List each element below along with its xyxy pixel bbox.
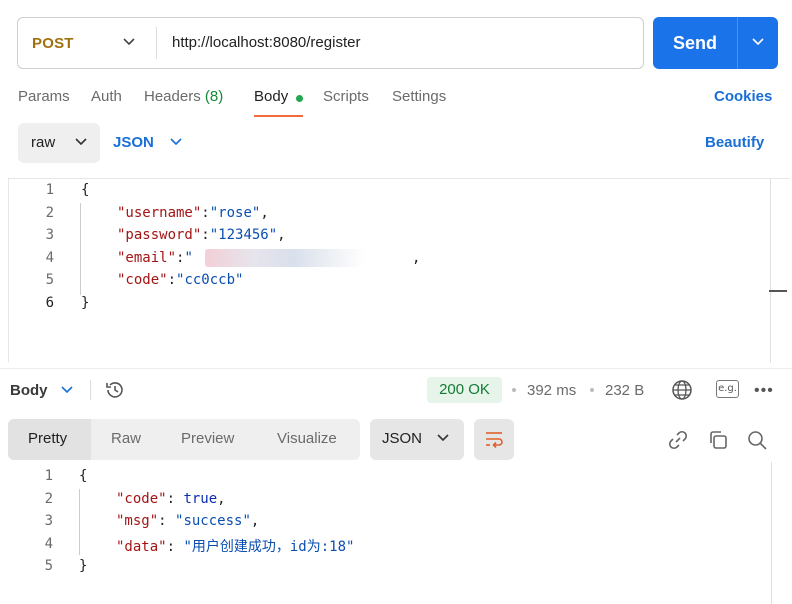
url-input[interactable]: http://localhost:8080/register: [172, 18, 360, 68]
line-number: 5: [44, 558, 53, 574]
url-bar: POST http://localhost:8080/register: [17, 17, 644, 69]
tab-pretty[interactable]: Pretty: [28, 430, 67, 447]
line-number: 6: [45, 295, 54, 311]
code-line: "username":"rose",: [117, 205, 269, 221]
separator-dot: [512, 388, 516, 392]
separator-dot: [590, 388, 594, 392]
code-line: "msg": "success",: [116, 513, 260, 529]
tab-label: Body: [254, 88, 289, 105]
line-number: 2: [45, 205, 54, 221]
code-line: "code":"cc0ccb": [117, 272, 244, 288]
tab-raw[interactable]: Raw: [111, 430, 141, 447]
more-options-icon[interactable]: •••: [754, 382, 774, 400]
tab-preview[interactable]: Preview: [181, 430, 234, 447]
pane-divider[interactable]: [0, 368, 792, 369]
active-tab-underline: [254, 115, 303, 117]
format-label: JSON: [382, 430, 423, 447]
response-body-viewer[interactable]: 1 2 3 4 5 { "code": true, "msg": "succes…: [0, 462, 792, 604]
chevron-down-icon[interactable]: [751, 37, 765, 47]
code-line: }: [79, 558, 88, 574]
example-icon[interactable]: e.g.: [716, 380, 739, 398]
editor-scrollbar[interactable]: [770, 179, 771, 363]
line-number: 4: [44, 536, 53, 552]
body-mode-select[interactable]: raw: [18, 123, 100, 163]
tab-label: Auth: [91, 88, 122, 105]
response-format-select[interactable]: JSON: [370, 419, 464, 460]
cookies-link[interactable]: Cookies: [714, 88, 772, 105]
line-number: 4: [45, 250, 54, 266]
indent-guide: [79, 489, 80, 555]
tab-body[interactable]: Body: [254, 88, 288, 108]
status-badge[interactable]: 200 OK: [427, 377, 502, 403]
line-number: 2: [44, 491, 53, 507]
code-line: }: [81, 295, 90, 311]
divider: [90, 380, 91, 400]
code-line: ,: [412, 250, 421, 266]
method-select[interactable]: POST: [18, 18, 156, 68]
response-view-tabs: Pretty Raw Preview Visualize: [8, 419, 360, 460]
code-line: "code": true,: [116, 491, 226, 507]
wrap-lines-icon: [486, 432, 503, 448]
line-number: 1: [44, 468, 53, 484]
line-number: 5: [45, 272, 54, 288]
code-line: "data": "用户创建成功，id为:18": [116, 539, 355, 555]
request-body-editor[interactable]: 1 2 3 4 5 6 { "username":"rose", "passwo…: [8, 178, 789, 363]
tab-params[interactable]: Params: [18, 88, 70, 108]
send-label: Send: [672, 33, 717, 53]
code-line: "password":"123456",: [117, 227, 286, 243]
headers-count: (8): [204, 88, 224, 105]
link-icon[interactable]: [667, 429, 689, 451]
tab-label: Scripts: [323, 88, 369, 105]
code-line: {: [81, 182, 90, 198]
response-size[interactable]: 232 B: [605, 382, 644, 399]
code-line: "email":": [117, 250, 193, 266]
tab-visualize[interactable]: Visualize: [277, 430, 337, 447]
code-line: {: [79, 468, 88, 484]
chevron-down-icon: [123, 38, 135, 46]
copy-icon[interactable]: [707, 429, 729, 451]
indent-guide: [80, 203, 81, 295]
globe-icon[interactable]: [671, 379, 693, 401]
chevron-down-icon: [75, 138, 87, 146]
chevron-down-icon[interactable]: [60, 385, 74, 395]
send-button[interactable]: Send: [653, 17, 778, 69]
tab-settings[interactable]: Settings: [392, 88, 446, 108]
body-mode-label: raw: [31, 134, 56, 151]
response-body-label[interactable]: Body: [10, 382, 48, 399]
resize-handle[interactable]: [769, 290, 787, 292]
response-time[interactable]: 392 ms: [527, 382, 576, 399]
tab-label: Headers: [144, 88, 201, 105]
tab-label: Settings: [392, 88, 447, 105]
line-number: 3: [44, 513, 53, 529]
search-icon[interactable]: [746, 429, 768, 451]
tab-scripts[interactable]: Scripts: [323, 88, 369, 108]
chevron-down-icon[interactable]: [169, 137, 183, 147]
response-scrollbar[interactable]: [771, 462, 772, 604]
line-number: 1: [45, 182, 54, 198]
method-label: POST: [32, 34, 74, 52]
body-modified-dot: [296, 95, 303, 102]
language-select[interactable]: JSON: [113, 134, 154, 151]
send-divider: [737, 17, 738, 69]
beautify-button[interactable]: Beautify: [705, 134, 764, 151]
tab-headers[interactable]: Headers (8): [144, 88, 223, 108]
url-divider: [156, 27, 157, 59]
tab-label: Params: [18, 88, 70, 105]
redacted-email: [205, 249, 365, 267]
wrap-lines-button[interactable]: [474, 419, 514, 460]
history-icon[interactable]: [104, 379, 126, 401]
chevron-down-icon: [437, 434, 449, 442]
line-number: 3: [45, 227, 54, 243]
tab-auth[interactable]: Auth: [91, 88, 122, 108]
